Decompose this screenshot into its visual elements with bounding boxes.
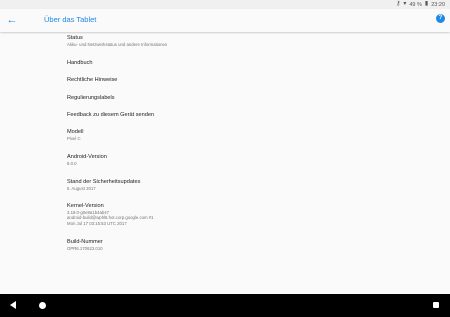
settings-item-handbook[interactable]: Handbuch bbox=[67, 60, 427, 67]
item-title: Status bbox=[67, 35, 83, 41]
navigation-bar bbox=[0, 294, 450, 317]
wifi-icon: ▾ bbox=[403, 1, 407, 7]
item-title: Stand der Sicherheitsupdates bbox=[67, 179, 141, 185]
settings-item-build-number[interactable]: Build-Nummer OPR6.170623.010 bbox=[67, 239, 427, 251]
settings-item-regulatory-labels[interactable]: Regulierungslabels bbox=[67, 95, 427, 102]
help-icon[interactable]: ? bbox=[436, 14, 445, 23]
key-icon: ⚷ bbox=[395, 1, 401, 7]
item-title: Kernel-Version bbox=[67, 203, 104, 209]
item-title: Android-Version bbox=[67, 154, 107, 160]
app-bar: ← Über das Tablet ? bbox=[0, 9, 450, 32]
settings-item-model[interactable]: Modell Pixel C bbox=[67, 129, 427, 141]
item-subtitle: 8.0.0 bbox=[67, 161, 77, 166]
nav-recents-icon[interactable] bbox=[433, 302, 439, 308]
item-title: Modell bbox=[67, 129, 84, 135]
battery-icon: ▮ bbox=[424, 1, 429, 7]
page-title: Über das Tablet bbox=[44, 15, 97, 24]
settings-item-android-version[interactable]: Android-Version 8.0.0 bbox=[67, 154, 427, 166]
status-time: 23:20 bbox=[431, 1, 445, 8]
status-bar: ⚷ ▾ 49 % ▮ 23:20 bbox=[0, 0, 450, 9]
item-title: Handbuch bbox=[67, 60, 93, 66]
arrow-back-icon[interactable]: ← bbox=[5, 13, 19, 27]
settings-item-legal[interactable]: Rechtliche Hinweise bbox=[67, 77, 427, 84]
item-subtitle-line: Mon Jul 17 03:15:53 UTC 2017 bbox=[67, 220, 127, 226]
battery-percent: 49 % bbox=[409, 1, 422, 8]
settings-item-feedback[interactable]: Feedback zu diesem Gerät senden bbox=[67, 112, 427, 119]
settings-item-status[interactable]: Status Akku- und Netzwerkstatus und ande… bbox=[67, 35, 427, 47]
item-subtitle: Pixel C bbox=[67, 136, 81, 141]
item-title: Build-Nummer bbox=[67, 239, 103, 245]
item-subtitle: Akku- und Netzwerkstatus und andere Info… bbox=[67, 42, 168, 47]
settings-item-security-patch[interactable]: Stand der Sicherheitsupdates 5. August 2… bbox=[67, 179, 427, 191]
settings-item-kernel-version[interactable]: Kernel-Version 3.18.0-g0e8a1b4ab47 andro… bbox=[67, 203, 427, 226]
item-subtitle: OPR6.170623.010 bbox=[67, 246, 103, 251]
nav-home-icon[interactable] bbox=[39, 302, 46, 309]
item-title: Regulierungslabels bbox=[67, 95, 115, 101]
item-title: Feedback zu diesem Gerät senden bbox=[67, 112, 155, 118]
item-subtitle: 5. August 2017 bbox=[67, 186, 96, 191]
item-title: Rechtliche Hinweise bbox=[67, 77, 118, 83]
nav-back-icon[interactable] bbox=[10, 301, 16, 309]
